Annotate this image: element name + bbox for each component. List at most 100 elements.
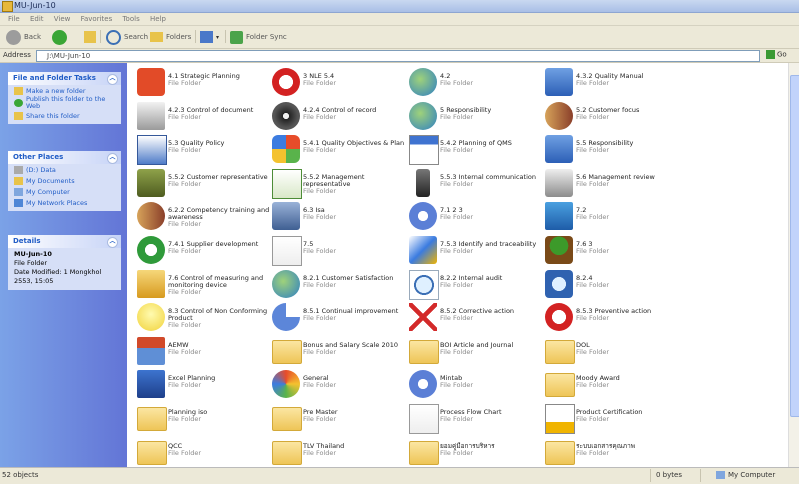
- folder-name: 6.2.2 Competency training and awareness F…: [168, 207, 272, 228]
- task-publish-web[interactable]: Publish this folder to the Web: [8, 96, 121, 110]
- folder-item[interactable]: 7.6 Control of measuring and monitoring …: [137, 269, 273, 303]
- folder-item[interactable]: TLV Thailand File Folder: [272, 437, 408, 467]
- folder-name: 8.2.1 Customer Satisfaction File Folder: [303, 274, 407, 289]
- place-my-documents[interactable]: My Documents: [8, 175, 121, 186]
- folder-item[interactable]: 5.2 Customer focus File Folder: [545, 101, 681, 135]
- folder-item[interactable]: 5.5.3 Internal communication File Folder: [409, 168, 545, 202]
- scroll-thumb[interactable]: [790, 75, 799, 417]
- document-icon: [409, 404, 439, 434]
- folder-item[interactable]: 4.3.2 Quality Manual File Folder: [545, 67, 681, 101]
- folder-item[interactable]: General File Folder: [272, 369, 408, 403]
- no-entry-icon: [545, 303, 573, 332]
- folder-item[interactable]: 4.2.4 Control of record File Folder: [272, 101, 408, 135]
- folder-item[interactable]: 4.2.3 Control of document File Folder: [137, 101, 273, 135]
- folder-type: File Folder: [576, 280, 610, 289]
- folder-item[interactable]: 5.5.2 Customer representative File Folder: [137, 168, 273, 202]
- panel-header[interactable]: File and Folder Tasks ︿: [8, 72, 121, 85]
- panel-header[interactable]: Details ︿: [8, 235, 121, 248]
- folder-item[interactable]: Pre Master File Folder: [272, 403, 408, 437]
- folder-item[interactable]: AEMW File Folder: [137, 336, 273, 370]
- folder-item[interactable]: 8.2.2 Internal audit File Folder: [409, 269, 545, 303]
- folder-type: File Folder: [168, 321, 202, 330]
- folder-item[interactable]: 8.2.4 File Folder: [545, 269, 681, 303]
- chevron-up-icon[interactable]: ︿: [107, 153, 118, 164]
- search-button[interactable]: Search: [106, 29, 148, 45]
- folder-item[interactable]: Process Flow Chart File Folder: [409, 403, 545, 437]
- menu-tools[interactable]: Tools: [122, 15, 139, 23]
- folder-item[interactable]: 8.3 Control of Non Conforming Product Fil…: [137, 302, 273, 336]
- folder-item[interactable]: ระบบเอกสารคุณภาพ File Folder: [545, 437, 681, 467]
- folder-type: File Folder: [168, 415, 202, 423]
- folder-item[interactable]: Product Certification File Folder: [545, 403, 681, 437]
- folder-item[interactable]: 8.2.1 Customer Satisfaction File Folder: [272, 269, 408, 303]
- folder-name: 8.2.4 File Folder: [576, 274, 680, 289]
- folder-item[interactable]: QCC File Folder: [137, 437, 273, 467]
- folder-item[interactable]: 5.6 Management review File Folder: [545, 168, 681, 202]
- folder-item[interactable]: 7.5 File Folder: [272, 235, 408, 269]
- folder-item[interactable]: 5.3 Quality Policy File Folder: [137, 134, 273, 168]
- folder-item[interactable]: Planning iso File Folder: [137, 403, 273, 437]
- place-d-drive[interactable]: (D:) Data: [8, 164, 121, 175]
- folder-item[interactable]: 7.4.1 Supplier development File Folder: [137, 235, 273, 269]
- vertical-scrollbar[interactable]: [788, 63, 799, 467]
- folder-item[interactable]: 7.1 2 3 File Folder: [409, 201, 545, 235]
- task-share-folder[interactable]: Share this folder: [8, 110, 121, 121]
- panel-header[interactable]: Other Places ︿: [8, 151, 121, 164]
- people-icon: [545, 101, 573, 130]
- folder-item[interactable]: 5 Responsibility File Folder: [409, 101, 545, 135]
- folder-item[interactable]: BOI Article and Journal File Folder: [409, 336, 545, 370]
- folder-open-icon: [137, 269, 165, 298]
- menu-file[interactable]: File: [8, 15, 20, 23]
- menu-help[interactable]: Help: [150, 15, 166, 23]
- folder-item[interactable]: 5.5 Responsibility File Folder: [545, 134, 681, 168]
- folder-item[interactable]: ยอมคู่มือการบริหาร File Folder: [409, 437, 545, 467]
- folder-item[interactable]: Moody Award File Folder: [545, 369, 681, 403]
- folder-item[interactable]: 7.6 3 File Folder: [545, 235, 681, 269]
- share-folder-icon: [14, 111, 23, 120]
- folder-name: ยอมคู่มือการบริหาร File Folder: [440, 442, 544, 457]
- folder-item[interactable]: 8.5.1 Continual improvement File Folder: [272, 302, 408, 336]
- chevron-up-icon[interactable]: ︿: [107, 237, 118, 248]
- folder-item[interactable]: 7.5.3 Identify and traceability File Fold…: [409, 235, 545, 269]
- folder-item[interactable]: 3 NLE 5.4 File Folder: [272, 67, 408, 101]
- menu-view[interactable]: View: [54, 15, 71, 23]
- back-button[interactable]: Back: [6, 29, 41, 45]
- folder-item[interactable]: 8.5.3 Preventive action File Folder: [545, 302, 681, 336]
- folders-button[interactable]: Folders: [150, 29, 191, 45]
- folder-name: 4.1 Strategic Planning File Folder: [168, 73, 272, 87]
- up-folder-button[interactable]: [84, 29, 96, 45]
- computer-icon: [14, 187, 23, 196]
- menu-favorites[interactable]: Favorites: [81, 15, 113, 23]
- views-button[interactable]: ▾: [200, 29, 219, 45]
- search-icon: [409, 269, 439, 300]
- folder-name: Bonus and Salary Scale 2010 File Folder: [303, 341, 407, 356]
- folder-item[interactable]: Bonus and Salary Scale 2010 File Folder: [272, 336, 408, 370]
- folder-item[interactable]: 5.5.2 Management representative File Fold…: [272, 168, 408, 202]
- folder-icon: [137, 440, 167, 465]
- folder-item[interactable]: 7.2 File Folder: [545, 201, 681, 235]
- folder-item[interactable]: 4.1 Strategic Planning File Folder: [137, 67, 273, 101]
- folder-item[interactable]: DOL File Folder: [545, 336, 681, 370]
- location-indicator: My Computer: [716, 471, 775, 479]
- folder-item[interactable]: Mintab File Folder: [409, 369, 545, 403]
- folder-name: 5.2 Customer focus File Folder: [576, 106, 680, 121]
- chevron-up-icon[interactable]: ︿: [107, 74, 118, 85]
- menu-edit[interactable]: Edit: [30, 15, 44, 23]
- globe-icon: [14, 99, 23, 107]
- folder-name: 7.5.3 Identify and traceability File Fold…: [440, 241, 544, 255]
- folder-item[interactable]: 8.5.2 Corrective action File Folder: [409, 302, 545, 336]
- address-input[interactable]: J:\MU-Jun-10: [36, 50, 760, 62]
- folder-item[interactable]: 6.2.2 Competency training and awareness F…: [137, 201, 273, 235]
- go-button[interactable]: Go: [766, 50, 796, 60]
- folder-name: 7.6 3 File Folder: [576, 241, 680, 255]
- folder-item[interactable]: 5.4.1 Quality Objectives & Plan File Fold…: [272, 134, 408, 168]
- globe-icon: [409, 68, 437, 96]
- folder-item[interactable]: 4.2 File Folder: [409, 67, 545, 101]
- folder-item[interactable]: 6.3 Isa File Folder: [272, 201, 408, 235]
- folder-item[interactable]: 5.4.2 Planning of QMS File Folder: [409, 134, 545, 168]
- folder-sync-button[interactable]: Folder Sync: [230, 29, 287, 45]
- forward-button[interactable]: [52, 29, 67, 45]
- place-network[interactable]: My Network Places: [8, 197, 121, 208]
- place-my-computer[interactable]: My Computer: [8, 186, 121, 197]
- folder-item[interactable]: Excel Planning File Folder: [137, 369, 273, 403]
